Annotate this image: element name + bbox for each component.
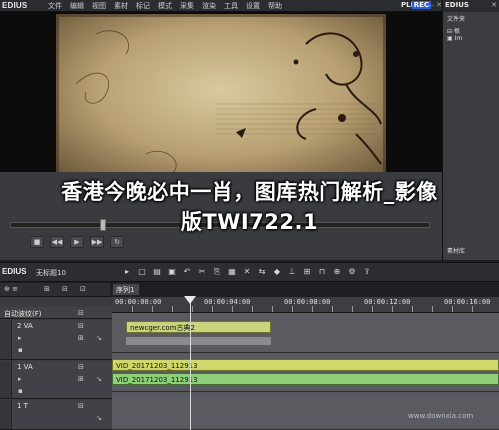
menu-edit[interactable]: 编辑 [70, 1, 92, 11]
timeline-toolbar: ▸ ▢ ▤ ▣ ↶ ✂ ⎘ ▦ ✕ ⇆ ◆ ⊥ ⊞ ⊓ ⊕ ⚙ ⇪ [122, 267, 372, 277]
snap-icon[interactable]: ⊓ [317, 267, 327, 277]
track-expand-icon[interactable]: ⊞ [44, 285, 50, 293]
timeline-header: EDIUS 无标题10 ▸ ▢ ▤ ▣ ↶ ✂ ⎘ ▦ ✕ ⇆ ◆ ⊥ ⊞ ⊓ … [0, 262, 499, 282]
paste-icon[interactable]: ▦ [227, 267, 237, 277]
caption-overlay: 香港今晚必中一肖，图库热门解析_影像 版TWI722.1 [0, 177, 499, 253]
split-icon[interactable]: ⊥ [287, 267, 297, 277]
bin-brand: EDIUS [445, 1, 469, 9]
menu-render[interactable]: 渲染 [202, 1, 224, 11]
timecode-label: 00:00:12:00 [364, 298, 411, 306]
track-label: 1 VA [17, 363, 33, 371]
new-sequence-icon[interactable]: ▢ [137, 267, 147, 277]
playhead-handle[interactable] [184, 296, 196, 304]
playhead[interactable] [190, 297, 191, 430]
preview-window [0, 12, 442, 184]
track-video-icon[interactable]: ▸ [18, 375, 22, 383]
menu-clip[interactable]: 素材 [114, 1, 136, 11]
timecode-label: 00:00:00:00 [115, 298, 162, 306]
lane-1va[interactable]: VID_20171203_112913 VID_20171203_112913 [112, 354, 499, 392]
bin-tree-item[interactable]: ▣ Im [447, 35, 462, 42]
track-collapse-icon[interactable]: ⊟ [62, 285, 68, 293]
preview-image [56, 14, 386, 184]
track-mute-icon[interactable]: ▪ [18, 387, 23, 395]
menu-file[interactable]: 文件 [48, 1, 70, 11]
undo-icon[interactable]: ↶ [182, 267, 192, 277]
menu-marker[interactable]: 标记 [136, 1, 158, 11]
clip-newcger[interactable]: newcger.com古典2 [126, 321, 271, 333]
timecode-label: 00:00:16:00 [444, 298, 491, 306]
group-icon[interactable]: ⊞ [302, 267, 312, 277]
menu-mode[interactable]: 模式 [158, 1, 180, 11]
track-sync-icon[interactable]: ⊟ [78, 322, 84, 330]
timeline-brand: EDIUS [2, 267, 27, 276]
track-lock-icon[interactable]: ⊟ [78, 309, 84, 317]
track-view-icon[interactable]: ⊞ [78, 375, 84, 383]
tab-sequence[interactable]: 序列1 [112, 283, 140, 296]
menu-help[interactable]: 帮助 [268, 1, 290, 11]
ripple-icon[interactable]: ⇆ [257, 267, 267, 277]
open-icon[interactable]: ▤ [152, 267, 162, 277]
track-view-icon[interactable]: ⊞ [78, 334, 84, 342]
track-audio-icon[interactable]: ↘ [96, 414, 102, 422]
track-label: 2 VA [17, 322, 33, 330]
app-brand: EDIUS [2, 1, 28, 10]
delete-icon[interactable]: ✕ [242, 267, 252, 277]
track-mode-label: 自动波纹(F) [4, 310, 42, 318]
clip-audio-strip[interactable] [126, 337, 271, 345]
track-expand-handle[interactable] [0, 361, 12, 398]
copy-icon[interactable]: ⎘ [212, 267, 222, 277]
track-add-icon[interactable]: ⊕ ≡ [4, 285, 18, 293]
select-icon[interactable]: ▸ [122, 267, 132, 277]
caption-line-1: 香港今晚必中一肖，图库热门解析_影像 [61, 180, 438, 204]
bin-header: EDIUS ✕ [443, 0, 499, 12]
close-icon[interactable]: ✕ [491, 1, 497, 9]
bin-tree-root[interactable]: ⊟ 根 [447, 26, 462, 35]
lane-2va[interactable]: newcger.com古典2 [112, 313, 499, 353]
track-headers: 自动波纹(F) ⊟ 2 VA ⊟ ▸ ⊞ ↘ ▪ 1 VA ⊟ ▸ ⊞ ↘ ▪ … [0, 297, 112, 430]
track-mute-icon[interactable]: ▪ [18, 346, 23, 354]
track-expand-handle[interactable] [0, 320, 12, 359]
window-buttons[interactable]: — ✕ [427, 1, 442, 9]
track-header-1t[interactable]: 1 T ⊟ ↘ [0, 400, 112, 430]
track-sync-icon[interactable]: ⊟ [78, 363, 84, 371]
track-label: 1 T [17, 402, 28, 410]
export-icon[interactable]: ⇪ [362, 267, 372, 277]
save-icon[interactable]: ▣ [167, 267, 177, 277]
settings-icon[interactable]: ⚙ [347, 267, 357, 277]
track-header-mode[interactable]: 自动波纹(F) ⊟ [0, 307, 112, 319]
timecode-label: 00:00:08:00 [284, 298, 331, 306]
menu-tools[interactable]: 工具 [224, 1, 246, 11]
menu-list: 文件 编辑 视图 素材 标记 模式 采集 渲染 工具 设置 帮助 [48, 1, 290, 11]
marker-icon[interactable]: ◆ [272, 267, 282, 277]
menu-view[interactable]: 视图 [92, 1, 114, 11]
clip-vid-audio[interactable]: VID_20171203_112913 [112, 373, 499, 385]
timeline-track-toolbar: ⊕ ≡ ⊞ ⊟ ⊡ [0, 283, 110, 297]
track-header-1va[interactable]: 1 VA ⊟ ▸ ⊞ ↘ ▪ [0, 361, 112, 399]
track-fit-icon[interactable]: ⊡ [80, 285, 86, 293]
project-name: 无标题10 [36, 269, 66, 277]
track-video-icon[interactable]: ▸ [18, 334, 22, 342]
bin-folder-title: 文件夹 [447, 16, 466, 23]
track-sync-icon[interactable]: ⊟ [78, 402, 84, 410]
track-audio-icon[interactable]: ↘ [96, 375, 102, 383]
bin-tree: ⊟ 根 ▣ Im [447, 26, 462, 42]
menu-capture[interactable]: 采集 [180, 1, 202, 11]
menu-settings[interactable]: 设置 [246, 1, 268, 11]
track-header-2va[interactable]: 2 VA ⊟ ▸ ⊞ ↘ ▪ [0, 320, 112, 360]
track-expand-handle[interactable] [0, 400, 12, 429]
cut-icon[interactable]: ✂ [197, 267, 207, 277]
timecode-label: 00:00:04:00 [204, 298, 251, 306]
watermark: www.downxia.com [408, 412, 474, 420]
menu-bar: EDIUS 文件 编辑 视图 素材 标记 模式 采集 渲染 工具 设置 帮助 P… [0, 0, 442, 12]
caption-line-2: 版TWI722.1 [180, 210, 319, 234]
track-audio-icon[interactable]: ↘ [96, 334, 102, 342]
zoom-icon[interactable]: ⊕ [332, 267, 342, 277]
timecode-ruler[interactable]: 00:00:00:00 00:00:04:00 00:00:08:00 00:0… [112, 297, 499, 313]
clip-vid-video[interactable]: VID_20171203_112913 [112, 359, 499, 371]
